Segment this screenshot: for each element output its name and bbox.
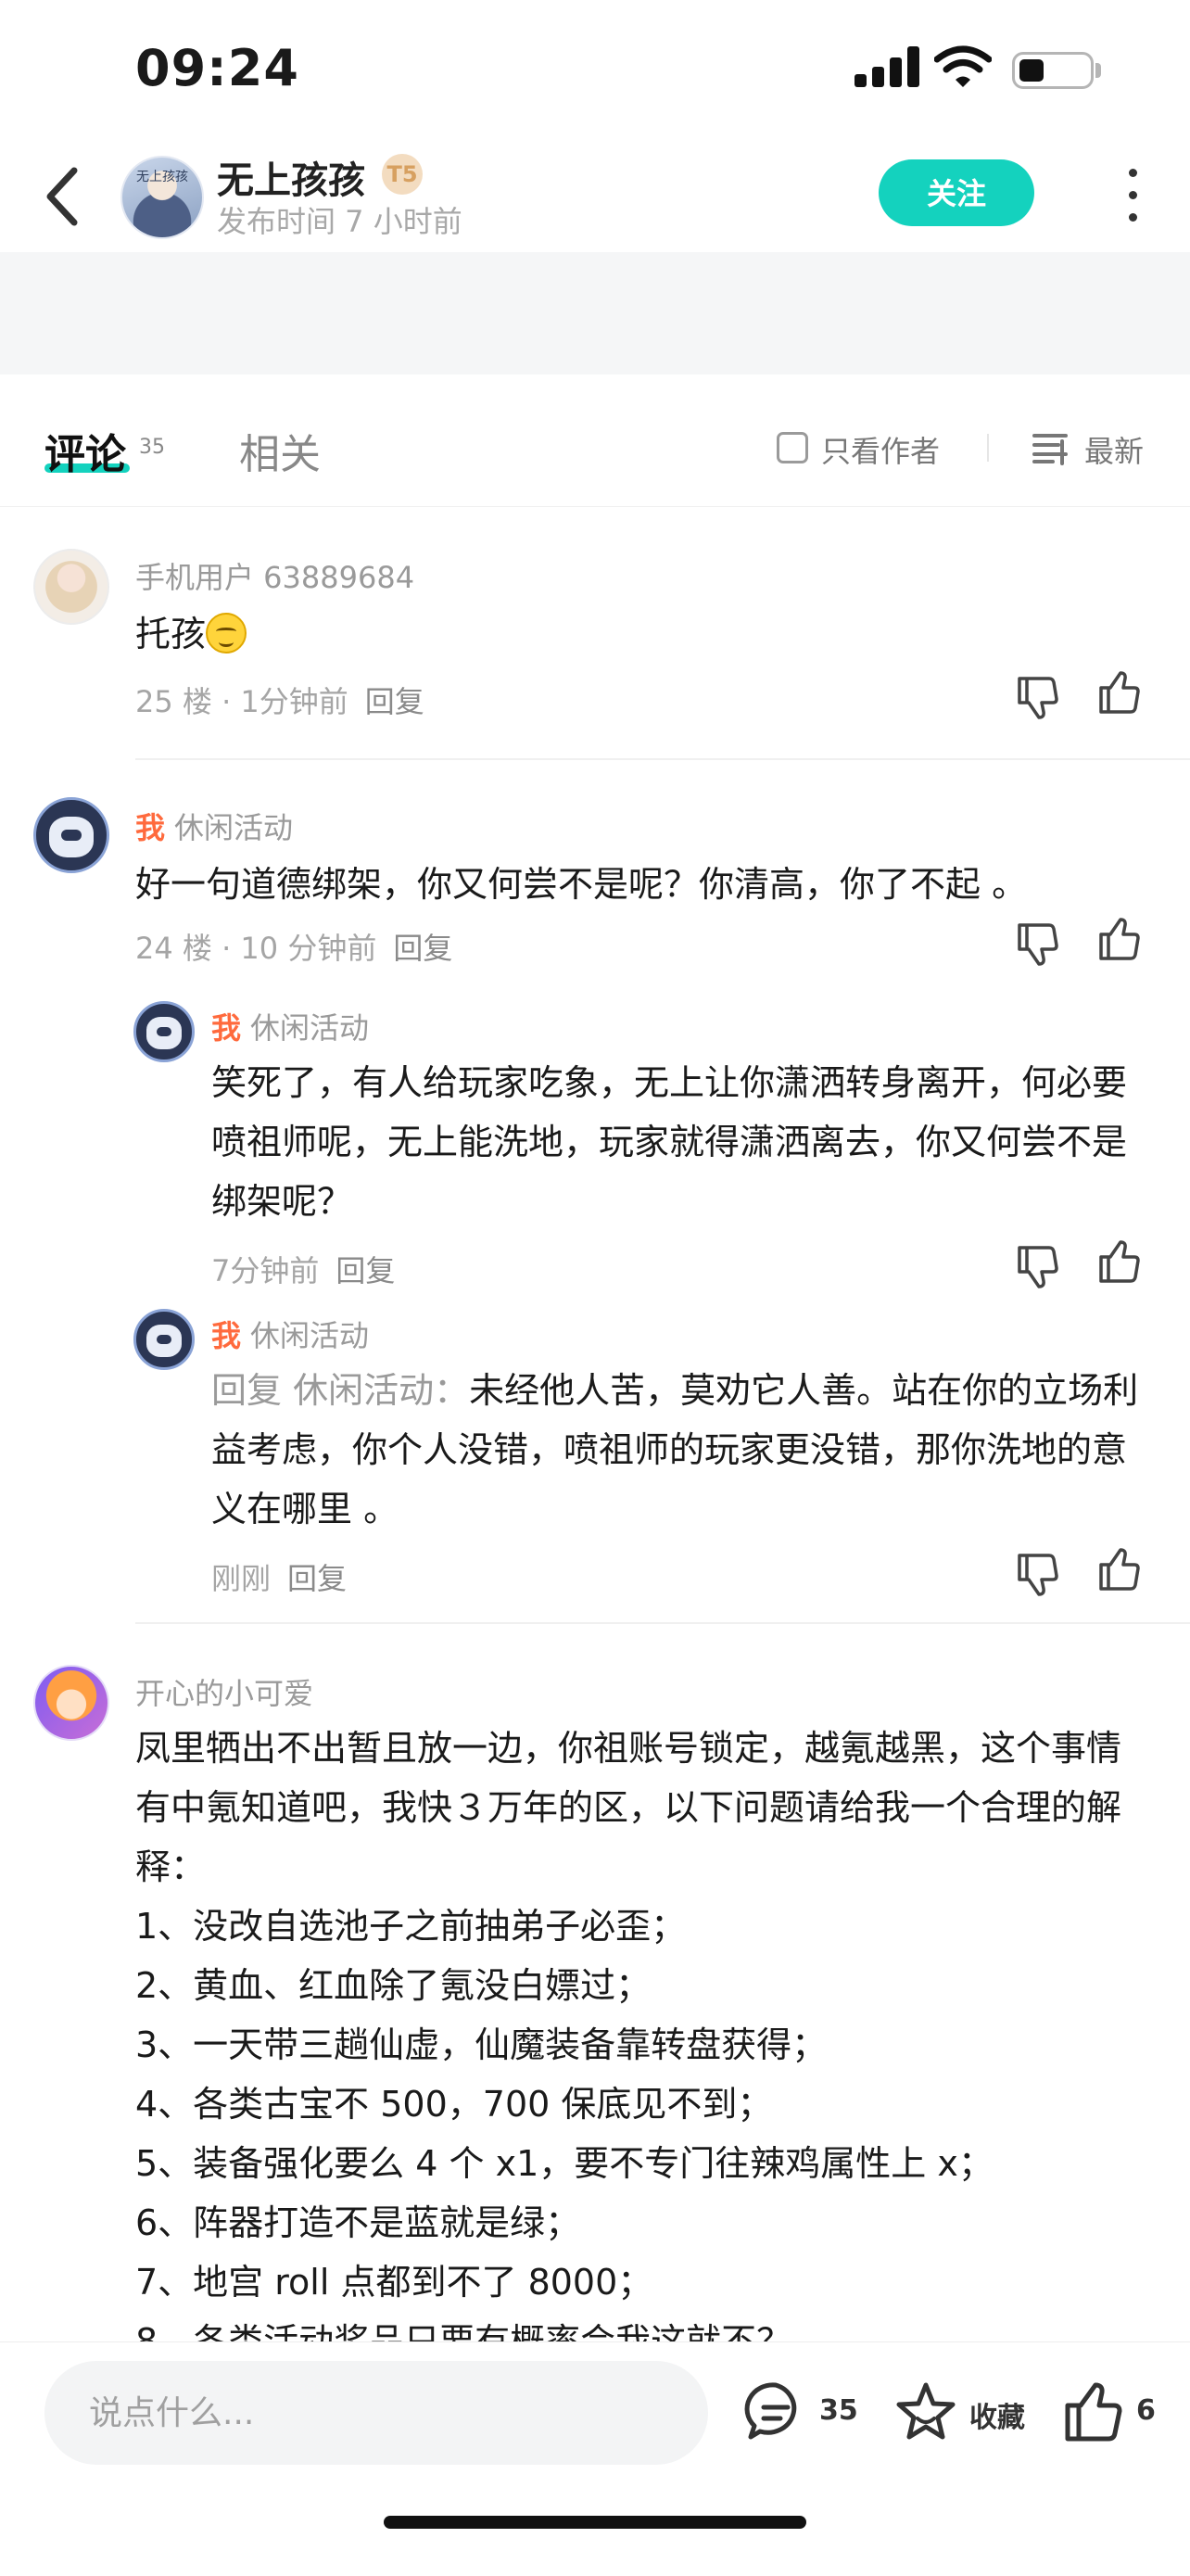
author-avatar[interactable]: 无上孩孩 (120, 156, 204, 239)
follow-button[interactable]: 关注 (879, 159, 1034, 226)
comment-line: 7、地宫 roll 点都到不了 8000； (135, 2262, 653, 2303)
comments-count: 35 (139, 436, 165, 459)
me-tag: 我 (135, 810, 166, 845)
divider (987, 434, 989, 462)
comment-line: 4、各类古宝不 500，700 保底见不到； (135, 2084, 773, 2125)
reply-button[interactable]: 回复 (365, 684, 424, 719)
sort-latest[interactable]: 最新 (1084, 428, 1144, 471)
avatar[interactable] (133, 1001, 195, 1062)
avatar[interactable] (133, 1309, 195, 1370)
comment-time: 1分钟前 (240, 684, 348, 719)
favorite-button[interactable]: 收藏 (969, 2394, 1025, 2435)
thumb-down-icon[interactable] (1014, 1244, 1060, 1290)
comment-line: 1、没改自选池子之前抽弟子必歪； (135, 1906, 687, 1947)
level-badge: T5 (382, 154, 423, 195)
checkbox-icon[interactable] (777, 432, 808, 463)
comment-floor: 25 楼 (135, 684, 212, 719)
like-count[interactable]: 6 (1136, 2394, 1156, 2427)
battery-icon (1012, 52, 1094, 89)
me-tag: 我 (211, 1010, 242, 1046)
reply-meta: 7分钟前 回复 (211, 1248, 395, 1290)
like-icon[interactable] (1060, 2379, 1125, 2444)
smile-emoji-icon (206, 613, 247, 654)
bottom-action-bar: 35 收藏 6 (0, 2341, 1190, 2576)
comment-intro: 凤里牺出不出暂且放一边，你祖账号锁定，越氪越黑，这个事情有中氪知道吧，我快３万年… (135, 1728, 1122, 1887)
reply-text: 回复 休闲活动：未经他人苦，莫劝它人善。站在你的立场利益考虑，你个人没错，喷祖师… (211, 1370, 1139, 1529)
comment-username[interactable]: 开心的小可爱 (135, 1670, 313, 1713)
publish-time: 发布时间 7 小时前 (217, 204, 462, 239)
divider (135, 758, 1190, 760)
comment-line: 2、黄血、红血除了氪没白嫖过； (135, 1965, 652, 2006)
post-header: 无上孩孩 无上孩孩 T5 发布时间 7 小时前 关注 (0, 139, 1190, 253)
me-tag: 我 (211, 1318, 242, 1353)
tab-comments[interactable]: 评论 (44, 421, 126, 480)
comment-meta: 25 楼 · 1分钟前 回复 (135, 684, 424, 719)
reply-button[interactable]: 回复 (287, 1561, 347, 1596)
comment-meta: 24 楼 · 10 分钟前 回复 (135, 931, 453, 966)
avatar[interactable] (33, 549, 109, 625)
thumb-up-icon[interactable] (1095, 916, 1142, 962)
reply-button[interactable]: 回复 (335, 1253, 395, 1288)
comment-line: 6、阵器打造不是蓝就是绿； (135, 2202, 581, 2243)
comment-floor: 24 楼 (135, 931, 212, 966)
comment-input[interactable] (44, 2361, 708, 2465)
back-icon[interactable] (37, 159, 93, 234)
comment-count[interactable]: 35 (819, 2394, 858, 2427)
comment-icon[interactable] (743, 2379, 808, 2444)
reply-time: 刚刚 (211, 1561, 272, 1596)
comment-text: 好一句道德绑架，你又何尝不是呢？你清高，你了不起 。 (135, 864, 1028, 905)
comment-line: 5、装备强化要么 4 个 x1，要不专门往辣鸡属性上 x； (135, 2143, 994, 2184)
reply-meta: 刚刚 回复 (211, 1555, 347, 1598)
thumb-up-icon[interactable] (1095, 1546, 1142, 1593)
cellular-signal-icon (855, 46, 919, 87)
comment-username[interactable]: 手机用户 63889684 (135, 554, 414, 597)
thumb-down-icon[interactable] (1014, 675, 1060, 721)
comment-username[interactable]: 我休闲活动 (135, 805, 293, 847)
more-icon[interactable] (1116, 163, 1149, 228)
author-name[interactable]: 无上孩孩 (217, 150, 365, 204)
thumb-up-icon[interactable] (1095, 669, 1142, 716)
thumb-down-icon[interactable] (1014, 921, 1060, 968)
reply-time: 7分钟前 (211, 1253, 320, 1288)
comment-text: 凤里牺出不出暂且放一边，你祖账号锁定，越氪越黑，这个事情有中氪知道吧，我快３万年… (135, 1719, 1155, 2341)
status-time: 09:24 (135, 39, 299, 97)
comment-text: 托孩 (135, 604, 247, 664)
reply-prefix[interactable]: 回复 休闲活动： (211, 1370, 469, 1411)
avatar[interactable] (33, 1665, 109, 1741)
comment-list: 手机用户 63889684 托孩 25 楼 · 1分钟前 回复 我休闲活动 好一句… (0, 506, 1190, 2341)
comment-line: 3、一天带三趟仙虚，仙魔装备靠转盘获得； (135, 2024, 828, 2065)
avatar[interactable] (33, 797, 109, 873)
reply-text: 笑死了，有人给玩家吃象，无上让你潇洒转身离开，何必要喷祖师呢，无上能洗地，玩家就… (211, 1062, 1128, 1222)
thumb-down-icon[interactable] (1014, 1552, 1060, 1598)
tab-related[interactable]: 相关 (239, 421, 321, 480)
author-only-toggle[interactable]: 只看作者 (821, 428, 940, 471)
star-icon[interactable] (893, 2379, 958, 2444)
reply-username[interactable]: 我休闲活动 (211, 1005, 369, 1047)
reply-username[interactable]: 我休闲活动 (211, 1313, 369, 1355)
sort-icon[interactable] (1031, 430, 1070, 465)
comment-line: 8、各类活动奖品只要有概率会我这就不？ (135, 2321, 792, 2341)
post-content-collapsed (0, 252, 1190, 374)
reply-button[interactable]: 回复 (393, 931, 452, 966)
wifi-icon (934, 45, 992, 87)
thumb-up-icon[interactable] (1095, 1238, 1142, 1285)
avatar-text: 无上孩孩 (136, 170, 188, 184)
status-bar: 09:24 (0, 0, 1190, 139)
comment-tabs: 评论 35 相关 只看作者 最新 (0, 374, 1190, 507)
comment-time: 10 分钟前 (240, 931, 377, 966)
home-indicator[interactable] (384, 2516, 806, 2529)
divider (135, 1622, 1190, 1624)
